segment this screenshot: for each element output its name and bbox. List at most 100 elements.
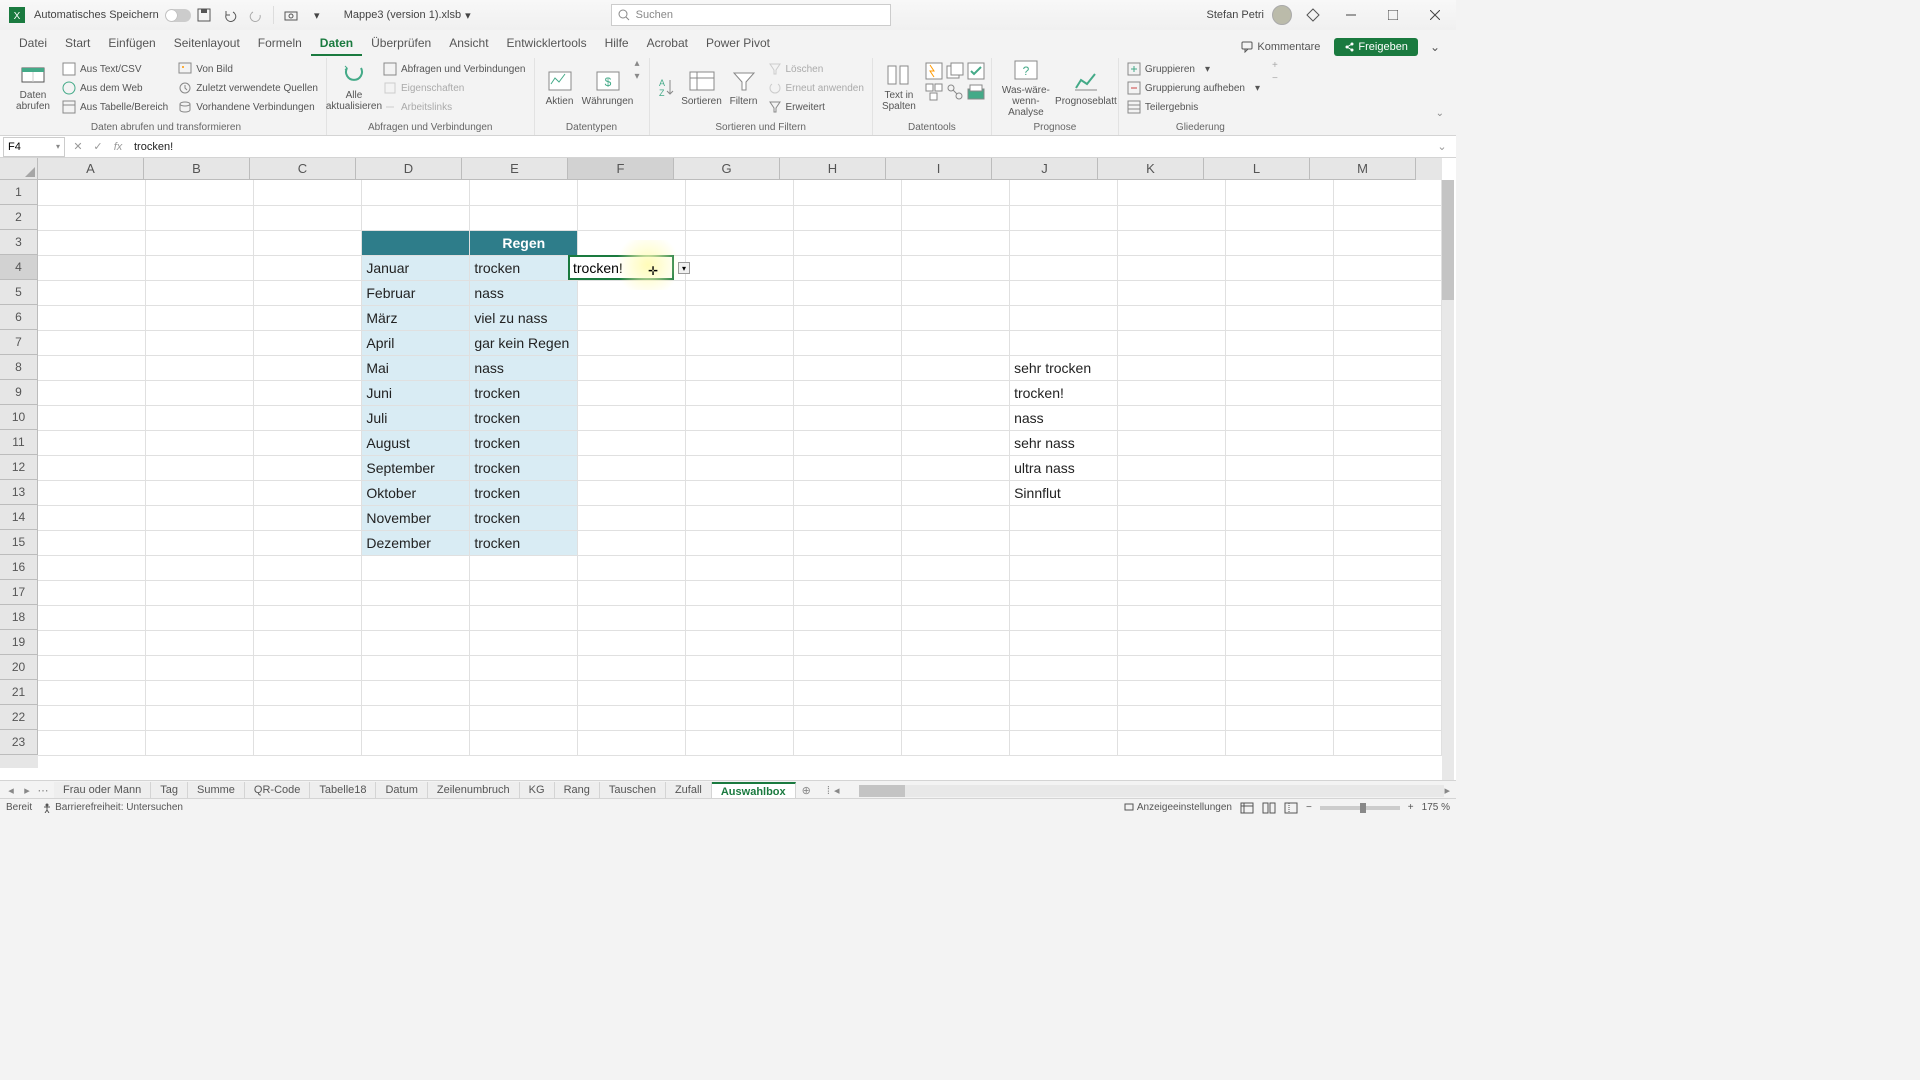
cell[interactable] [1225, 305, 1333, 330]
cell[interactable] [1010, 530, 1118, 555]
sheet-tab[interactable]: Zufall [666, 782, 712, 800]
cell[interactable] [1225, 505, 1333, 530]
cell[interactable] [1118, 230, 1226, 255]
cell[interactable] [794, 330, 902, 355]
cell[interactable] [1118, 680, 1226, 705]
cell[interactable] [686, 505, 794, 530]
accessibility-status[interactable]: Barrierefreiheit: Untersuchen [42, 802, 183, 813]
row-header-22[interactable]: 22 [0, 705, 38, 730]
cell[interactable] [1333, 630, 1441, 655]
cell[interactable] [1333, 180, 1441, 205]
cell[interactable] [146, 330, 254, 355]
cell[interactable] [794, 680, 902, 705]
cell[interactable] [38, 705, 146, 730]
cell[interactable] [470, 655, 578, 680]
from-table-button[interactable]: Aus Tabelle/Bereich [58, 98, 172, 116]
existing-connections-button[interactable]: Vorhandene Verbindungen [174, 98, 322, 116]
cell[interactable] [1333, 655, 1441, 680]
cell[interactable] [578, 530, 686, 555]
camera-icon[interactable] [279, 3, 303, 27]
row-header-23[interactable]: 23 [0, 730, 38, 755]
cell[interactable] [146, 730, 254, 755]
from-csv-button[interactable]: Aus Text/CSV [58, 60, 172, 78]
tab-acrobat[interactable]: Acrobat [638, 32, 697, 56]
cell[interactable] [1225, 730, 1333, 755]
sheet-tab[interactable]: Tabelle18 [310, 782, 376, 800]
tab-power pivot[interactable]: Power Pivot [697, 32, 779, 56]
cell[interactable]: viel zu nass [470, 305, 578, 330]
flash-fill-icon[interactable] [925, 62, 943, 80]
cell[interactable] [1118, 330, 1226, 355]
cell[interactable] [686, 180, 794, 205]
what-if-button[interactable]: ?Was-wäre-wenn-Analyse [996, 58, 1056, 118]
cell[interactable] [1333, 730, 1441, 755]
sheet-tab[interactable]: KG [520, 782, 555, 800]
cell[interactable] [902, 605, 1010, 630]
cell[interactable] [902, 555, 1010, 580]
row-header-9[interactable]: 9 [0, 380, 38, 405]
cell[interactable]: Regen [470, 230, 578, 255]
cell[interactable] [38, 205, 146, 230]
cell[interactable] [146, 230, 254, 255]
share-button[interactable]: Freigeben [1334, 38, 1418, 56]
cell[interactable] [902, 255, 1010, 280]
tab-daten[interactable]: Daten [311, 32, 362, 56]
cell[interactable] [902, 230, 1010, 255]
cell[interactable] [38, 480, 146, 505]
zoom-value[interactable]: 175 % [1422, 802, 1450, 813]
col-header-D[interactable]: D [356, 158, 462, 180]
cell[interactable]: Juli [362, 405, 470, 430]
cell[interactable] [362, 630, 470, 655]
from-web-button[interactable]: Aus dem Web [58, 79, 172, 97]
cell[interactable] [578, 555, 686, 580]
cell[interactable] [1118, 280, 1226, 305]
tab-start[interactable]: Start [56, 32, 99, 56]
subtotal-button[interactable]: Teilergebnis [1123, 98, 1264, 116]
tab-seitenlayout[interactable]: Seitenlayout [165, 32, 249, 56]
cell[interactable] [578, 705, 686, 730]
redo-icon[interactable] [244, 3, 268, 27]
data-model-icon[interactable] [967, 83, 985, 101]
cell[interactable] [146, 655, 254, 680]
cell[interactable] [470, 580, 578, 605]
cell[interactable] [38, 380, 146, 405]
tab-entwicklertools[interactable]: Entwicklertools [498, 32, 596, 56]
cell[interactable]: trocken [470, 505, 578, 530]
cell[interactable] [38, 430, 146, 455]
cell[interactable] [1225, 430, 1333, 455]
sheet-tab[interactable]: Tauschen [600, 782, 666, 800]
col-header-J[interactable]: J [992, 158, 1098, 180]
cell[interactable] [38, 405, 146, 430]
cell[interactable] [578, 505, 686, 530]
cell[interactable] [254, 555, 362, 580]
row-header-18[interactable]: 18 [0, 605, 38, 630]
cell[interactable] [1225, 705, 1333, 730]
cell[interactable] [794, 305, 902, 330]
cell[interactable] [902, 355, 1010, 380]
cell[interactable] [578, 455, 686, 480]
cell[interactable] [902, 305, 1010, 330]
cell[interactable] [902, 530, 1010, 555]
cell[interactable] [146, 205, 254, 230]
sheet-tab[interactable]: Rang [555, 782, 600, 800]
cell[interactable] [578, 305, 686, 330]
cell[interactable] [1010, 305, 1118, 330]
col-header-G[interactable]: G [674, 158, 780, 180]
currencies-button[interactable]: $Währungen [583, 58, 633, 118]
cell[interactable] [686, 330, 794, 355]
col-header-F[interactable]: F [568, 158, 674, 180]
cell[interactable] [1225, 655, 1333, 680]
cell[interactable] [1333, 280, 1441, 305]
row-header-13[interactable]: 13 [0, 480, 38, 505]
row-header-6[interactable]: 6 [0, 305, 38, 330]
cell[interactable] [1225, 205, 1333, 230]
cell[interactable] [902, 730, 1010, 755]
row-header-11[interactable]: 11 [0, 430, 38, 455]
hscroll-split-icon[interactable]: ⁞ [823, 785, 834, 797]
cell[interactable] [254, 605, 362, 630]
cell[interactable] [1333, 705, 1441, 730]
cell[interactable] [38, 580, 146, 605]
cell[interactable] [470, 605, 578, 630]
cell[interactable] [38, 555, 146, 580]
get-data-button[interactable]: Daten abrufen [10, 58, 56, 118]
